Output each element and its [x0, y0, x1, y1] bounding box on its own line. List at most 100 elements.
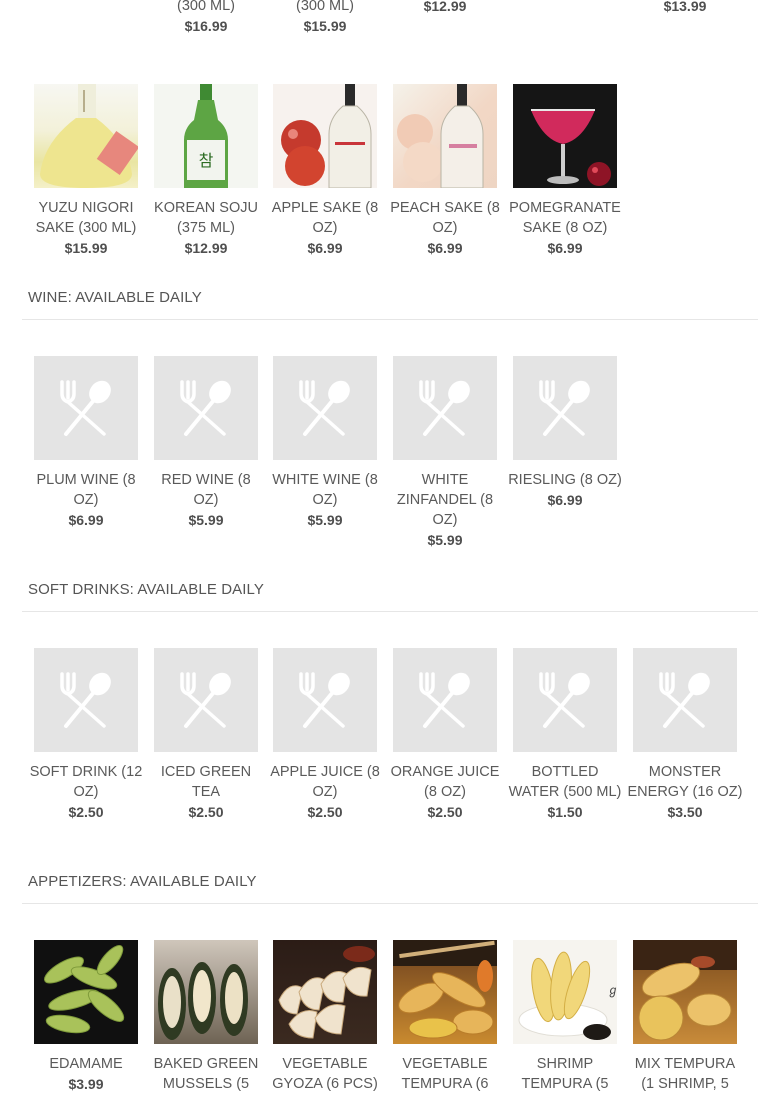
item-price: $16.99: [184, 18, 228, 34]
fork-spoon-icon[interactable]: [513, 356, 617, 460]
item-name: MIX TEMPURA (1 SHRIMP, 5: [634, 1056, 736, 1092]
item-name: WHITE ZINFANDEL (8 OZ): [396, 472, 494, 528]
gyoza-photo[interactable]: [273, 940, 377, 1044]
item-price: $12.99: [184, 240, 228, 256]
menu-item[interactable]: ORANGE JUICE (8 OZ) $2.50: [385, 648, 505, 822]
edamame-photo[interactable]: [34, 940, 138, 1044]
fork-spoon-icon[interactable]: [34, 356, 138, 460]
menu-item[interactable]: VEGETABLE TEMPURA (6: [385, 940, 505, 1094]
fork-spoon-icon[interactable]: [273, 648, 377, 752]
item-price: $5.99: [427, 532, 463, 548]
menu-item[interactable]: MONSTER ENERGY (16 OZ) $3.50: [625, 648, 745, 822]
item-name: BOTTLED WATER (500 ML): [508, 764, 622, 800]
fork-spoon-icon[interactable]: [633, 648, 737, 752]
section-title-appetizers: APPETIZERS: AVAILABLE DAILY: [28, 873, 257, 890]
item-price: $2.50: [427, 804, 463, 820]
section-divider: [22, 319, 758, 320]
item-price: $2.50: [68, 804, 104, 820]
menu-item[interactable]: RIESLING (8 OZ) $6.99: [505, 356, 625, 510]
item-name: EDAMAME: [49, 1056, 123, 1072]
item-price: $2.50: [307, 804, 343, 820]
item-price: $5.99: [188, 512, 224, 528]
menu-item[interactable]: $12.99: [385, 0, 505, 16]
apple-sake-photo[interactable]: [273, 84, 377, 188]
shrimp-tempura-photo[interactable]: ℊ: [513, 940, 617, 1044]
item-price: $3.99: [68, 1076, 104, 1092]
section-divider: [22, 903, 758, 904]
menu-item[interactable]: SOFT DRINK (12 OZ) $2.50: [26, 648, 146, 822]
fork-spoon-icon[interactable]: [154, 356, 258, 460]
menu-item[interactable]: ℊ SHRIMP TEMPURA (5: [505, 940, 625, 1094]
fork-spoon-icon[interactable]: [393, 648, 497, 752]
item-price: $6.99: [68, 512, 104, 528]
item-name: POMEGRANATE SAKE (8 OZ): [509, 200, 621, 236]
soju-bottle-photo[interactable]: 참: [154, 84, 258, 188]
item-price: $2.50: [188, 804, 224, 820]
fork-spoon-icon[interactable]: [154, 648, 258, 752]
mix-tempura-photo[interactable]: [633, 940, 737, 1044]
menu-item[interactable]: RED WINE (8 OZ) $5.99: [146, 356, 266, 530]
fork-spoon-icon[interactable]: [513, 648, 617, 752]
fork-spoon-icon[interactable]: [393, 356, 497, 460]
item-price: $12.99: [423, 0, 467, 14]
item-price: $5.99: [307, 512, 343, 528]
item-name: RED WINE (8 OZ): [161, 472, 251, 508]
menu-item[interactable]: ICED GREEN TEA $2.50: [146, 648, 266, 822]
item-name: APPLE JUICE (8 OZ): [270, 764, 380, 800]
item-price: $15.99: [303, 18, 347, 34]
yuzu-sake-bottle-photo[interactable]: [34, 84, 138, 188]
mussels-photo[interactable]: [154, 940, 258, 1044]
item-name: KOREAN SOJU (375 ML): [154, 200, 258, 236]
item-price: $6.99: [547, 240, 583, 256]
item-name: VEGETABLE TEMPURA (6: [401, 1056, 489, 1092]
menu-item[interactable]: APPLE SAKE (8 OZ) $6.99: [265, 84, 385, 258]
item-name: PEACH SAKE (8 OZ): [390, 200, 500, 236]
item-price: $6.99: [307, 240, 343, 256]
item-name: SOFT DRINK (12 OZ): [29, 764, 143, 800]
menu-item[interactable]: (300 ML) $16.99: [146, 0, 266, 36]
fork-spoon-icon[interactable]: [34, 648, 138, 752]
menu-item[interactable]: EDAMAME $3.99: [26, 940, 146, 1094]
item-price: $6.99: [427, 240, 463, 256]
item-name: PLUM WINE (8 OZ): [36, 472, 136, 508]
item-price: $15.99: [64, 240, 108, 256]
item-price: $1.50: [547, 804, 583, 820]
fork-spoon-icon[interactable]: [273, 356, 377, 460]
menu-item[interactable]: 참 KOREAN SOJU (375 ML) $12.99: [146, 84, 266, 258]
item-name: MONSTER ENERGY (16 OZ): [627, 764, 743, 800]
menu-item[interactable]: BOTTLED WATER (500 ML) $1.50: [505, 648, 625, 822]
menu-item[interactable]: WHITE ZINFANDEL (8 OZ) $5.99: [385, 356, 505, 550]
item-name: VEGETABLE GYOZA (6 PCS): [272, 1056, 378, 1092]
item-price: $3.50: [667, 804, 703, 820]
item-name: RIESLING (8 OZ): [508, 472, 622, 488]
item-name: WHITE WINE (8 OZ): [272, 472, 378, 508]
menu-item[interactable]: (300 ML) $15.99: [265, 0, 385, 36]
item-name: SHRIMP TEMPURA (5: [521, 1056, 609, 1092]
menu-item[interactable]: PEACH SAKE (8 OZ) $6.99: [385, 84, 505, 258]
menu-item[interactable]: BAKED GREEN MUSSELS (5: [146, 940, 266, 1094]
svg-text:ℊ: ℊ: [607, 983, 617, 997]
vegetable-tempura-photo[interactable]: [393, 940, 497, 1044]
item-name: ICED GREEN TEA: [160, 764, 252, 800]
section-title-soft-drinks: SOFT DRINKS: AVAILABLE DAILY: [28, 581, 264, 598]
item-name: APPLE SAKE (8 OZ): [271, 200, 379, 236]
item-name: (300 ML): [176, 0, 236, 14]
menu-item[interactable]: APPLE JUICE (8 OZ) $2.50: [265, 648, 385, 822]
item-price: $6.99: [547, 492, 583, 508]
menu-item[interactable]: WHITE WINE (8 OZ) $5.99: [265, 356, 385, 530]
menu-item[interactable]: YUZU NIGORI SAKE (300 ML) $15.99: [26, 84, 146, 258]
section-divider: [22, 611, 758, 612]
menu-item[interactable]: POMEGRANATE SAKE (8 OZ) $6.99: [505, 84, 625, 258]
pomegranate-sake-photo[interactable]: [513, 84, 617, 188]
section-title-wine: WINE: AVAILABLE DAILY: [28, 289, 202, 306]
item-price: $13.99: [663, 0, 707, 14]
menu-item[interactable]: $13.99: [625, 0, 745, 16]
menu-item[interactable]: PLUM WINE (8 OZ) $6.99: [26, 356, 146, 530]
menu-item[interactable]: VEGETABLE GYOZA (6 PCS): [265, 940, 385, 1094]
item-name: BAKED GREEN MUSSELS (5: [153, 1056, 259, 1092]
item-name: (300 ML): [295, 0, 355, 14]
item-name: YUZU NIGORI SAKE (300 ML): [35, 200, 137, 236]
menu-item[interactable]: MIX TEMPURA (1 SHRIMP, 5: [625, 940, 745, 1094]
item-name: ORANGE JUICE (8 OZ): [390, 764, 500, 800]
peach-sake-photo[interactable]: [393, 84, 497, 188]
